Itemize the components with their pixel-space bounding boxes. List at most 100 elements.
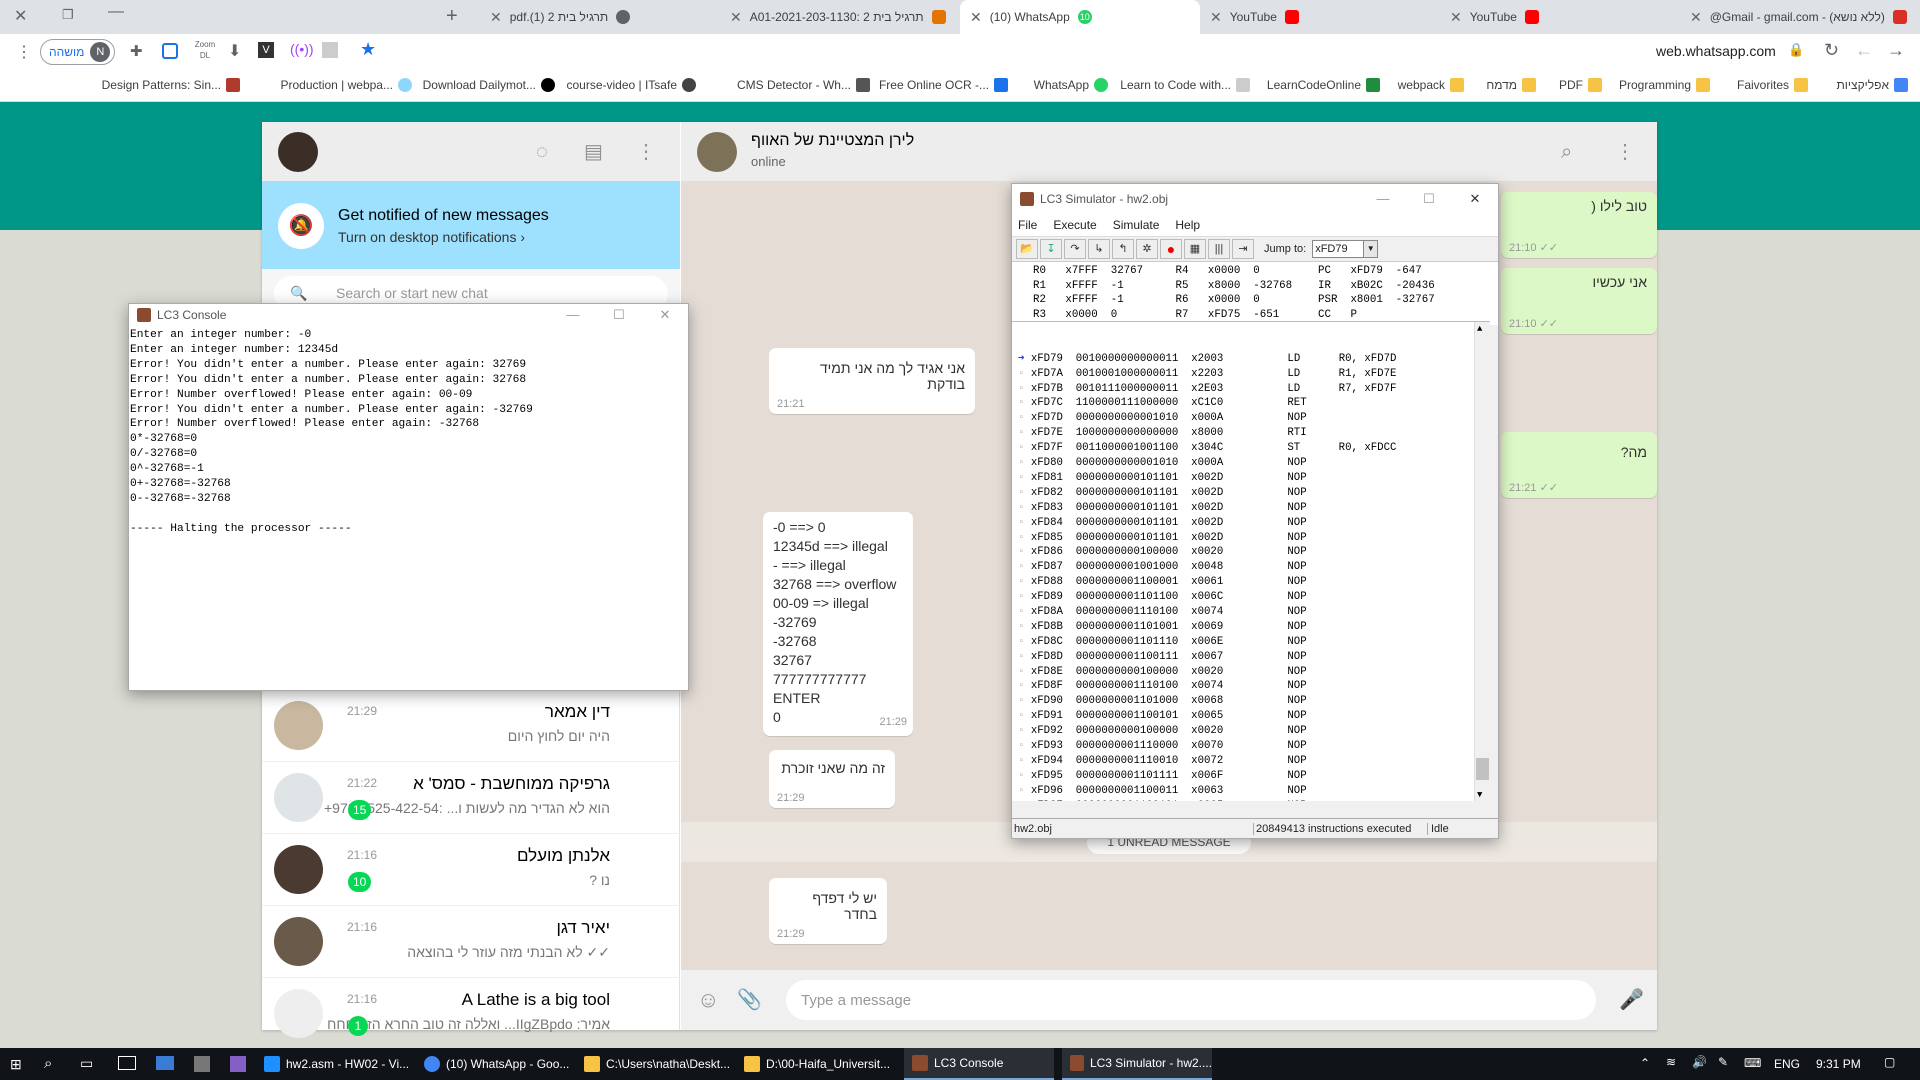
- zoom-dl-icon[interactable]: Zoom DL: [193, 39, 217, 61]
- breakpoint-marker[interactable]: ▫: [1018, 755, 1031, 767]
- close-window-icon[interactable]: ✕: [14, 6, 27, 26]
- chat-item[interactable]: A Lathe is a big tool 21:16 אמיר: IIgZBp…: [262, 978, 680, 1050]
- bookmark-faivorites[interactable]: Faivorites: [1737, 78, 1808, 92]
- memory-row[interactable]: ▫ xFD8C 0000000001101110 x006E NOP: [1012, 635, 1490, 650]
- new-tab-icon[interactable]: +: [446, 5, 458, 28]
- tab-close-icon[interactable]: ✕: [490, 9, 502, 26]
- my-avatar[interactable]: [278, 132, 318, 172]
- memory-row[interactable]: ▫ xFD85 0000000000101101 x002D NOP: [1012, 531, 1490, 546]
- breakpoint-marker[interactable]: ▫: [1018, 546, 1031, 558]
- memory-row[interactable]: ➜ xFD79 0010000000000011 x2003 LD R0, xF…: [1012, 352, 1490, 367]
- url-text[interactable]: web.whatsapp.com: [1656, 43, 1776, 59]
- breakpoint-marker[interactable]: ▫: [1018, 517, 1031, 529]
- message-input[interactable]: Type a message: [786, 980, 1596, 1020]
- breakpoint-marker[interactable]: ▫: [1018, 606, 1031, 618]
- visual-studio-icon[interactable]: [230, 1056, 246, 1072]
- breakpoint-marker[interactable]: ▫: [1018, 666, 1031, 678]
- jump-to-input[interactable]: xFD79 ▼: [1312, 240, 1379, 258]
- close-icon[interactable]: ✕: [642, 304, 688, 326]
- back-icon[interactable]: →: [1887, 40, 1905, 61]
- microphone-icon[interactable]: 🎤: [1619, 990, 1644, 1010]
- bookmark-design-patterns[interactable]: Design Patterns: Sin...: [102, 78, 240, 92]
- breakpoint-marker[interactable]: ▫: [1018, 383, 1031, 395]
- language-indicator[interactable]: ENG: [1774, 1057, 1800, 1071]
- chat-item[interactable]: יאיר דגן 21:16 ✓✓ לא הבנתי מזה עוזר לי ב…: [262, 906, 680, 978]
- bookmark-madmach[interactable]: מדמח: [1486, 78, 1536, 92]
- maximize-icon[interactable]: ☐: [1406, 184, 1452, 214]
- breakpoint-marker[interactable]: ▫: [1018, 710, 1031, 722]
- console-titlebar[interactable]: LC3 Console — ☐ ✕: [129, 304, 688, 326]
- desktop-icon[interactable]: [156, 1056, 174, 1070]
- memory-row[interactable]: ▫ xFD7E 1000000000000000 x8000 RTI: [1012, 426, 1490, 441]
- scroll-thumb[interactable]: [1476, 758, 1489, 780]
- task-view-icon[interactable]: ▭: [80, 1055, 93, 1072]
- breakpoint-marker[interactable]: ▫: [1018, 651, 1031, 663]
- memory-row[interactable]: ▫ xFD8A 0000000001110100 x0074 NOP: [1012, 605, 1490, 620]
- volume-icon[interactable]: 🔊: [1692, 1055, 1707, 1069]
- step-into-icon[interactable]: ↳: [1088, 239, 1110, 259]
- breakpoint-marker[interactable]: ▫: [1018, 695, 1031, 707]
- bookmark-webpack[interactable]: webpack: [1398, 78, 1464, 92]
- memory-row[interactable]: ▫ xFD7A 0010001000000011 x2203 LD R1, xF…: [1012, 367, 1490, 382]
- breakpoint-marker[interactable]: ▫: [1018, 770, 1031, 782]
- chat-item[interactable]: דין אמאר 21:29 היה יום לחוץ היום: [262, 690, 680, 762]
- wave-icon[interactable]: ((•)): [290, 41, 314, 57]
- extensions-icon[interactable]: ✚: [130, 42, 143, 60]
- memory-row[interactable]: ▫ xFD8D 0000000001100111 x0067 NOP: [1012, 650, 1490, 665]
- memory-row[interactable]: ▫ xFD86 0000000000100000 x0020 NOP: [1012, 545, 1490, 560]
- notifications-icon[interactable]: ▢: [1884, 1055, 1895, 1069]
- memory-scrollbar[interactable]: ▲ ▼: [1474, 322, 1490, 801]
- tab-close-icon[interactable]: ✕: [730, 9, 742, 26]
- memory-row[interactable]: ▫ xFD84 0000000000101101 x002D NOP: [1012, 516, 1490, 531]
- download-icon[interactable]: ⬇: [228, 41, 241, 61]
- bookmark-apps[interactable]: אפליקציות: [1837, 78, 1908, 92]
- breakpoint-marker[interactable]: ▫: [1018, 472, 1031, 484]
- simulator-titlebar[interactable]: LC3 Simulator - hw2.obj — ☐ ✕: [1012, 184, 1498, 214]
- memory-row[interactable]: ▫ xFD88 0000000001100001 x0061 NOP: [1012, 575, 1490, 590]
- scroll-down-icon[interactable]: ▼: [1477, 788, 1482, 801]
- minimize-icon[interactable]: —: [550, 304, 596, 326]
- pc-arrow-icon[interactable]: ➜: [1018, 353, 1031, 365]
- breakpoint-marker[interactable]: ▫: [1018, 412, 1031, 424]
- breakpoint-marker[interactable]: ▫: [1018, 502, 1031, 514]
- extension-icon[interactable]: [322, 42, 338, 58]
- memory-row[interactable]: ▫ xFD94 0000000001110010 x0072 NOP: [1012, 754, 1490, 769]
- memory-row[interactable]: ▫ xFD97 0000000001100101 x0065 NOP: [1012, 799, 1490, 801]
- bookmark-learncodeonline[interactable]: LearnCodeOnline: [1267, 78, 1380, 92]
- contact-avatar[interactable]: [697, 132, 737, 172]
- memory-row[interactable]: ▫ xFD89 0000000001101100 x006C NOP: [1012, 590, 1490, 605]
- breakpoint-marker[interactable]: ▫: [1018, 740, 1031, 752]
- clock[interactable]: 9:31 PM: [1816, 1057, 1861, 1071]
- breakpoint-marker[interactable]: ▫: [1018, 680, 1031, 692]
- chevron-up-icon[interactable]: ⌃: [1640, 1056, 1650, 1070]
- menu-execute[interactable]: Execute: [1053, 218, 1096, 232]
- console-output[interactable]: Enter an integer number: -0 Enter an int…: [129, 326, 688, 690]
- vimeo-icon[interactable]: V: [258, 42, 274, 58]
- taskbar-item[interactable]: hw2.asm - HW02 - Vi...: [264, 1048, 412, 1080]
- run-icon[interactable]: ↧: [1040, 239, 1062, 259]
- breakpoint-marker[interactable]: ▫: [1018, 576, 1031, 588]
- stop-icon[interactable]: ✲: [1136, 239, 1158, 259]
- breakpoint-marker[interactable]: ▫: [1018, 725, 1031, 737]
- wifi-icon[interactable]: ≋: [1666, 1055, 1676, 1069]
- memory-row[interactable]: ▫ xFD92 0000000000100000 x0020 NOP: [1012, 724, 1490, 739]
- memory-row[interactable]: ▫ xFD7C 1100000111000000 xC1C0 RET: [1012, 396, 1490, 411]
- breakpoints-list-icon[interactable]: ▦: [1184, 239, 1206, 259]
- tab-whatsapp[interactable]: 10 (10) WhatsApp ✕: [960, 0, 1200, 34]
- memory-row[interactable]: ▫ xFD96 0000000001100011 x0063 NOP: [1012, 784, 1490, 799]
- bookmark-itsafe[interactable]: course-video | ITsafe: [566, 78, 696, 92]
- bookmark-cms-detector[interactable]: CMS Detector - Wh...: [737, 78, 870, 92]
- calculator-icon[interactable]: [194, 1056, 210, 1072]
- breakpoint-marker[interactable]: ▫: [1018, 636, 1031, 648]
- bookmark-star-icon[interactable]: ★: [360, 39, 376, 60]
- breakpoint-marker[interactable]: ▫: [1018, 457, 1031, 469]
- maximize-icon[interactable]: ☐: [596, 304, 642, 326]
- memory-row[interactable]: ▫ xFD8F 0000000001110100 x0074 NOP: [1012, 679, 1490, 694]
- memory-row[interactable]: ▫ xFD95 0000000001101111 x006F NOP: [1012, 769, 1490, 784]
- pen-icon[interactable]: ✎: [1718, 1055, 1728, 1069]
- breakpoint-marker[interactable]: ▫: [1018, 442, 1031, 454]
- menu-file[interactable]: File: [1018, 218, 1037, 232]
- lock-icon[interactable]: 🔒: [1788, 42, 1804, 58]
- breakpoint-marker[interactable]: ▫: [1018, 561, 1031, 573]
- bookmark-learntocode[interactable]: Learn to Code with...: [1120, 78, 1250, 92]
